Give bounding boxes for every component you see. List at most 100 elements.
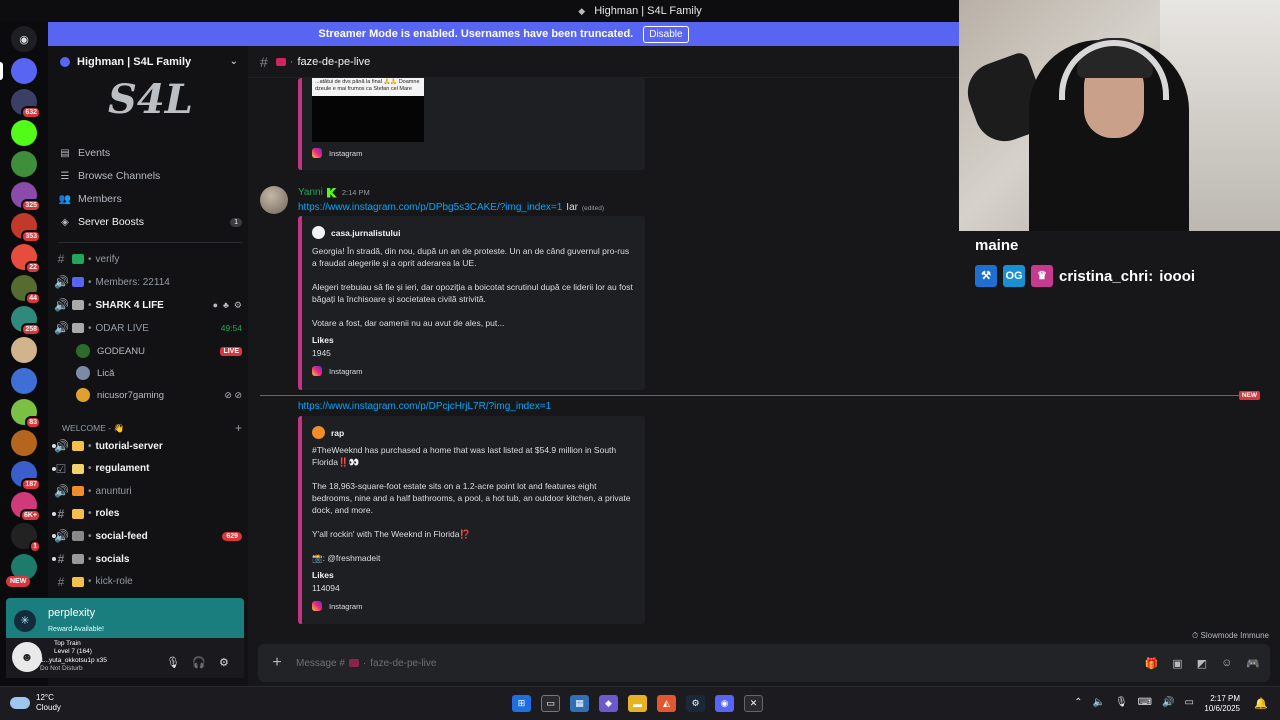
chevron-down-icon[interactable]: ⌄ (230, 56, 238, 67)
user-status-line: Do Not Disturb (40, 665, 83, 672)
server-icon[interactable]: 6K+ (11, 492, 41, 522)
server-icon[interactable] (11, 58, 37, 84)
channel-anunturi[interactable]: 🔊 • anunturi (54, 481, 242, 501)
calendar-icon: ▤ (60, 147, 70, 159)
text-channel-icon: # (57, 506, 65, 521)
gift-icon[interactable]: 🎁 (1145, 657, 1159, 670)
embed-author[interactable]: rap (312, 426, 344, 439)
channel-actions: ● ♣ ⚙ (213, 300, 242, 311)
gif-icon[interactable]: ▣ (1172, 657, 1182, 670)
server-icon[interactable] (11, 151, 37, 177)
voice-user-lic-[interactable]: Lică (76, 364, 242, 382)
server-icon[interactable]: 22 (11, 244, 41, 274)
sidebar-nav-browse-channels[interactable]: ☰ Browse Channels (58, 166, 242, 186)
unread-count-badge: 6K+ (19, 509, 41, 522)
channel-roles[interactable]: # • roles (52, 504, 242, 524)
file-explorer-icon[interactable]: ▬ (628, 695, 647, 712)
microphone-tray-icon[interactable]: 🎙 (1115, 697, 1128, 708)
embed-description: #TheWeeknd has purchased a home that was… (312, 445, 631, 563)
headphones-icon[interactable]: 🎧 (192, 656, 206, 669)
server-icon[interactable]: 353 (11, 213, 41, 243)
channel-kick-role[interactable]: # • kick-role (54, 572, 242, 592)
author-avatar[interactable] (260, 186, 288, 214)
server-icon[interactable]: 187 (11, 461, 41, 491)
attach-plus-icon[interactable]: + (258, 654, 296, 672)
windows-start-icon[interactable]: ⊞ (512, 695, 531, 712)
channel-emoji-icon (72, 531, 84, 542)
apps-icon[interactable]: 🎮 (1246, 657, 1260, 670)
category-welcome[interactable]: WELCOME - 👋 + (62, 421, 242, 435)
discord-taskbar-icon[interactable]: ◉ (715, 695, 734, 712)
clock[interactable]: 2:17 PM 10/6/2025 (1204, 694, 1240, 714)
channel-regulament[interactable]: ☑ • regulament (52, 459, 242, 479)
overlay-chat-line: ⚒ OG ♛ cristina_chri: ioooi (975, 265, 1275, 287)
chat-bubble-icon[interactable]: ● (213, 300, 218, 311)
channel-social-feed[interactable]: 🔊 • social-feed 629 (52, 526, 242, 546)
channel-emoji-icon (72, 300, 84, 310)
server-icon[interactable]: 83 (11, 399, 41, 429)
emoji-icon[interactable]: ☺ (1221, 657, 1232, 670)
chevron-up-icon[interactable]: ⌃ (1074, 697, 1082, 708)
user-avatar[interactable]: ☻ (12, 642, 42, 672)
channel-verify[interactable]: # • verify (54, 249, 242, 269)
speaker-icon[interactable]: 🔈 (1093, 697, 1105, 708)
server-icon[interactable] (11, 430, 37, 456)
voice-user-nicusor7gaming[interactable]: nicusor7gaming ⊘ ⊘ (76, 386, 242, 404)
copilot-icon[interactable]: ◆ (599, 695, 618, 712)
message-content: https://www.instagram.com/p/DPbg5s3CAKE/… (298, 202, 604, 213)
server-icon[interactable]: 632 (11, 89, 41, 119)
server-icon[interactable]: 44 (11, 275, 41, 305)
server-icon[interactable]: 325 (11, 182, 41, 212)
message-link[interactable]: https://www.instagram.com/p/DPbg5s3CAKE/… (298, 202, 562, 213)
server-icon[interactable] (11, 120, 37, 146)
channel-settings-icon[interactable]: ⚙ (234, 300, 242, 311)
embed-thumbnail[interactable]: ...atâtui de dvs până la final 🙏🙏 Doamne… (312, 78, 424, 142)
embed-footer: Instagram (312, 148, 362, 158)
microphone-icon[interactable]: 🎙 (166, 656, 180, 669)
brave-browser-icon[interactable]: ◭ (657, 695, 676, 712)
message-composer[interactable]: + Message # · faze-de-pe-live 🎁 ▣ ◩ ☺ 🎮 (258, 644, 1270, 682)
task-view-icon[interactable]: ▭ (541, 695, 560, 712)
channel-odar-live[interactable]: 🔊 • ODAR LIVE 49:54 (54, 318, 242, 338)
server-icon[interactable]: 1 (11, 523, 41, 553)
sidebar-nav-server-boosts[interactable]: ◈ Server Boosts 1 (58, 212, 242, 232)
unread-count-badge: 325 (21, 199, 41, 212)
text-channel-icon: # (57, 252, 65, 266)
disable-streamer-mode-button[interactable]: Disable (643, 25, 689, 43)
channel-shark-4-life[interactable]: 🔊 • SHARK 4 LIFE ● ♣ ⚙ (54, 295, 242, 315)
message-link[interactable]: https://www.instagram.com/p/DPcjcHrjL7R/… (298, 401, 551, 412)
settings-gear-icon[interactable]: ⚙ (219, 656, 229, 669)
author-icon (312, 426, 325, 439)
unread-indicator (52, 557, 56, 561)
invite-icon[interactable]: ♣ (223, 300, 229, 311)
network-icon[interactable]: ⌨ (1138, 697, 1152, 708)
steam-icon[interactable]: ⚙ (686, 695, 705, 712)
muted-deafened-icon: ⊘ ⊘ (224, 389, 242, 400)
channel-header: # · faze-de-pe-live (248, 46, 959, 78)
server-icon[interactable] (11, 368, 37, 394)
notification-bell-icon[interactable]: 🔔 (1254, 697, 1268, 710)
voice-user-godeanu[interactable]: GODEANU LIVE (76, 342, 242, 360)
sidebar-nav-members[interactable]: 👥 Members (58, 189, 242, 209)
volume-icon[interactable]: 🔊 (1162, 697, 1174, 708)
new-servers-badge: NEW (6, 576, 31, 587)
separator-dot: • (88, 463, 92, 475)
channel-members-22114[interactable]: 🔊 • Members: 22114 (54, 272, 242, 292)
server-icon[interactable]: 258 (11, 306, 41, 336)
unread-count-badge: 353 (21, 230, 41, 243)
add-channel-icon[interactable]: + (235, 421, 242, 435)
store-icon[interactable]: ▦ (570, 695, 589, 712)
direct-messages-icon[interactable]: ◉ (11, 26, 37, 52)
channel-tutorial-server[interactable]: 🔊 • tutorial-server (52, 436, 242, 456)
sidebar-nav-events[interactable]: ▤ Events (58, 143, 242, 163)
channel-socials[interactable]: # • socials (52, 549, 242, 569)
sticker-icon[interactable]: ◩ (1197, 657, 1207, 670)
weather-widget[interactable]: 12°C Cloudy (10, 693, 61, 713)
server-icon[interactable] (11, 337, 37, 363)
author-name[interactable]: Yanni (298, 187, 323, 198)
app-icon[interactable]: ✕ (744, 695, 763, 712)
embed-author[interactable]: casa.jurnalistului (312, 226, 400, 239)
battery-icon[interactable]: ▭ (1185, 697, 1194, 708)
weather-condition: Cloudy (36, 703, 61, 712)
embed-description: Georgia! În stradă, din nou, după un an … (312, 246, 633, 328)
